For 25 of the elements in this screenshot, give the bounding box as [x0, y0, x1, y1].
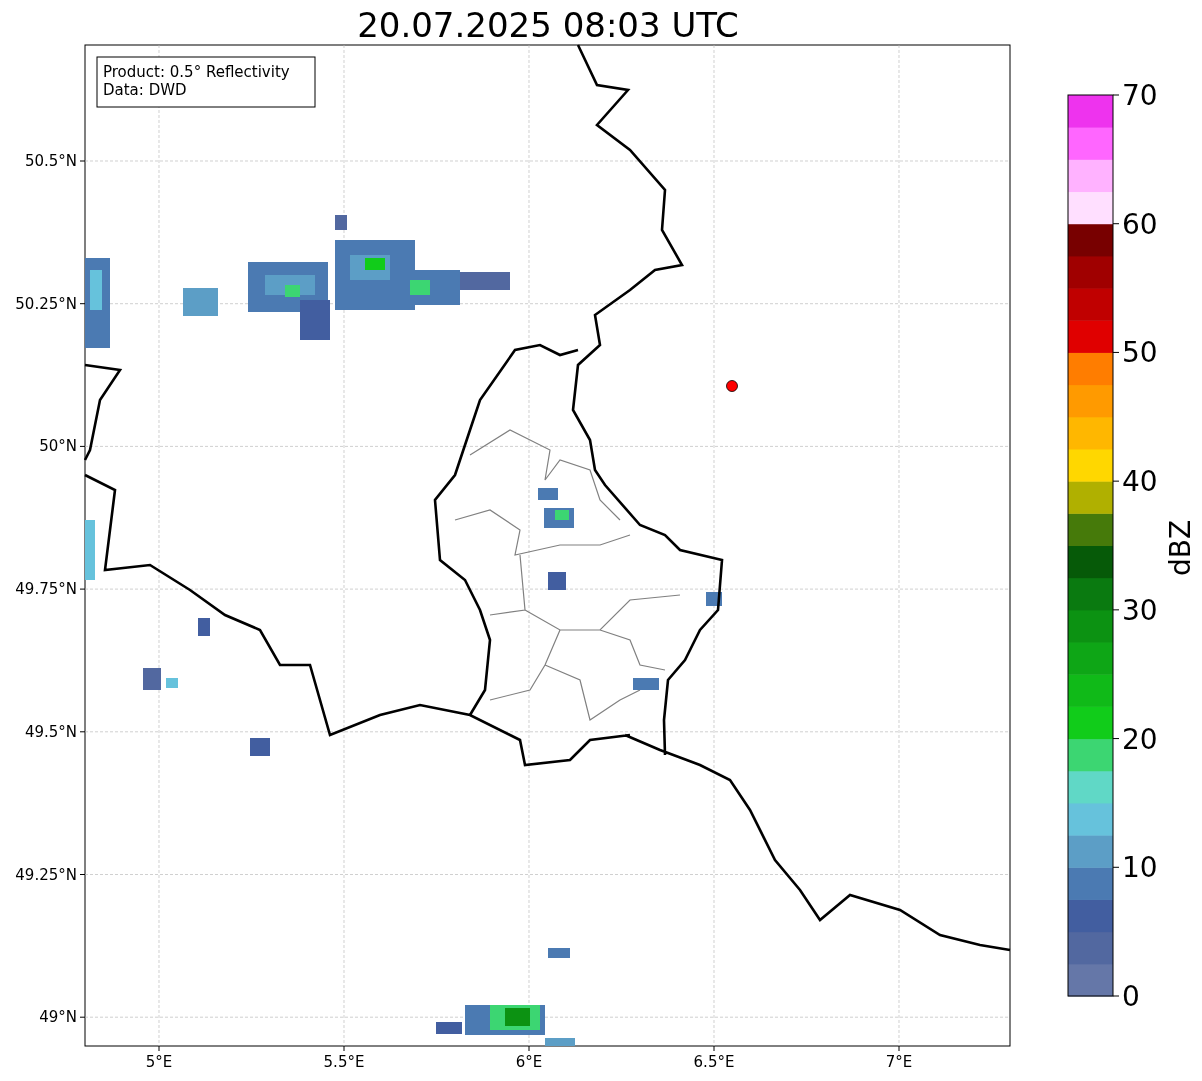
- colorbar-tick-label: 0: [1122, 980, 1140, 1013]
- latitude-label: 49°N: [39, 1008, 77, 1027]
- colorbar-tick-label: 30: [1122, 593, 1158, 627]
- legend-text: Product: 0.5° Reflectivity: [103, 63, 290, 81]
- latitude-label: 49.5°N: [24, 722, 77, 741]
- colorbar-tick-label: 10: [1122, 851, 1158, 885]
- longitude-label: 6°E: [515, 1053, 543, 1071]
- longitude-label: 7°E: [885, 1053, 913, 1071]
- colorbar-tick-label: 50: [1122, 336, 1158, 370]
- latitude-label: 50.5°N: [24, 152, 77, 170]
- colorbar-tick-label: 60: [1122, 207, 1158, 241]
- colorbar-tick-label: 20: [1122, 722, 1158, 756]
- colorbar-tick-label: 40: [1122, 465, 1158, 499]
- latitude-label: 50°N: [39, 437, 77, 456]
- longitude-label: 5.5°E: [323, 1053, 365, 1071]
- latitude-label: 49.25°N: [15, 865, 77, 884]
- legend-text: Data: DWD: [103, 81, 187, 99]
- longitude-label: 5°E: [145, 1053, 173, 1071]
- longitude-label: 6.5°E: [693, 1053, 735, 1071]
- location-marker: [726, 380, 738, 392]
- latitude-label: 50.25°N: [15, 294, 77, 313]
- colorbar-tick-label: 70: [1122, 79, 1158, 112]
- latitude-label: 49.75°N: [15, 580, 77, 599]
- chart-title: 20.07.2025 08:03 UTC: [357, 5, 739, 45]
- colorbar-label: dBZ: [1164, 519, 1197, 577]
